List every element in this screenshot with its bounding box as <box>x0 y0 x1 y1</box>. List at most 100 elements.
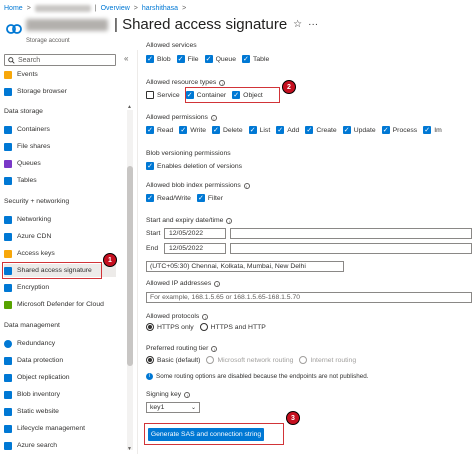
breadcrumb-separator: > <box>26 4 31 12</box>
timezone-select[interactable]: (UTC+05:30) Chennai, Kolkata, Mumbai, Ne… <box>146 261 344 272</box>
start-time-input[interactable] <box>230 228 472 239</box>
sidebar-item-static-website[interactable]: Static website <box>4 405 116 418</box>
sidebar-item-containers[interactable]: Containers <box>4 123 116 136</box>
checkbox-blob[interactable]: ✓ Blob <box>146 55 171 63</box>
blob-index-checkboxes: ✓ Read/Write ✓ Filter <box>146 194 223 202</box>
checkbox-table[interactable]: ✓ Table <box>241 55 269 63</box>
sidebar-item-azure-cdn[interactable]: Azure CDN <box>4 230 116 243</box>
start-date-input[interactable]: 12/05/2022 <box>164 228 226 239</box>
sidebar-scrollbar-thumb[interactable] <box>127 166 133 366</box>
info-icon[interactable]: i <box>219 79 226 86</box>
checkbox-read[interactable]: ✓ Read <box>146 126 173 134</box>
page-header: | Shared access signature ☆ ··· Storage … <box>2 16 472 46</box>
checkbox-delete[interactable]: ✓ Delete <box>211 126 243 134</box>
checkbox-filter[interactable]: ✓ Filter <box>196 194 223 202</box>
checkbox-queue[interactable]: ✓ Queue <box>204 55 236 63</box>
note-text: Some routing options are disabled becaus… <box>156 373 369 380</box>
table-icon <box>4 176 12 185</box>
checkbox-create[interactable]: ✓ Create <box>305 126 337 134</box>
radio-basic[interactable]: Basic (default) <box>146 356 200 364</box>
sidebar-item-blob-inventory[interactable]: Blob inventory <box>4 388 116 401</box>
sidebar-item-events[interactable]: Events <box>4 68 116 81</box>
start-date-row: Start 12/05/2022 <box>146 228 472 239</box>
checkbox-enable-version-deletion[interactable]: ✓ Enables deletion of versions <box>146 162 242 170</box>
checkbox-service[interactable]: Service <box>146 91 180 99</box>
checkbox-process[interactable]: ✓ Process <box>381 126 417 134</box>
website-icon <box>4 407 12 416</box>
collapse-sidebar-icon[interactable]: « <box>124 54 128 63</box>
sidebar-item-label: Redundancy <box>17 340 56 347</box>
lock-icon <box>4 283 12 292</box>
info-icon[interactable]: i <box>214 280 221 287</box>
sidebar-item-storage-browser[interactable]: Storage browser <box>4 85 116 98</box>
ip-address-input[interactable]: For example, 168.1.5.65 or 168.1.5.65-16… <box>146 292 472 303</box>
info-icon[interactable]: i <box>226 217 233 224</box>
check-icon: ✓ <box>241 55 250 63</box>
end-date-row: End 12/05/2022 <box>146 243 472 254</box>
sidebar-item-file-shares[interactable]: File shares <box>4 140 116 153</box>
sidebar-search-input[interactable]: Search <box>4 54 116 66</box>
sidebar-item-data-protection[interactable]: Data protection <box>4 354 116 367</box>
checkbox-label: Blob <box>157 55 171 63</box>
radio-label: HTTPS only <box>157 323 194 331</box>
sidebar-item-tables[interactable]: Tables <box>4 174 116 187</box>
resource-types-label: Allowed resource types i <box>146 79 226 86</box>
sidebar-item-label: Microsoft Defender for Cloud <box>17 301 104 308</box>
signing-key-select[interactable]: key1 ⌄ <box>146 402 200 413</box>
info-icon[interactable]: i <box>211 345 218 352</box>
sidebar-item-label: Storage browser <box>17 88 67 95</box>
checkbox-label: Create <box>316 126 337 134</box>
chevron-down-icon: ⌄ <box>190 405 196 411</box>
checkbox-list[interactable]: ✓ List <box>248 126 270 134</box>
checkbox-box <box>146 91 154 99</box>
sidebar-item-label: Events <box>17 71 38 78</box>
step-badge-1: 1 <box>103 253 117 267</box>
search-placeholder: Search <box>18 56 41 64</box>
page-subtitle: Storage account <box>26 38 70 44</box>
checkbox-write[interactable]: ✓ Write <box>179 126 206 134</box>
sidebar-item-lifecycle-management[interactable]: Lifecycle management <box>4 422 116 435</box>
sidebar-item-object-replication[interactable]: Object replication <box>4 371 116 384</box>
end-time-input[interactable] <box>230 243 472 254</box>
scroll-up-arrow-icon[interactable]: ▲ <box>127 104 132 110</box>
sidebar-item-label: Encryption <box>17 284 50 291</box>
end-date-input[interactable]: 12/05/2022 <box>164 243 226 254</box>
sidebar-item-access-keys[interactable]: Access keys <box>4 247 116 260</box>
breadcrumb-overview[interactable]: Overview <box>101 5 130 12</box>
favorite-star-icon[interactable]: ☆ <box>293 19 302 30</box>
info-icon[interactable]: i <box>184 391 191 398</box>
more-options-icon[interactable]: ··· <box>308 19 318 30</box>
sidebar-item-redundancy[interactable]: Redundancy <box>4 337 116 350</box>
shield-icon <box>4 300 12 309</box>
checkbox-add[interactable]: ✓ Add <box>276 126 299 134</box>
label-text: Allowed blob index permissions <box>146 182 241 189</box>
radio-dot <box>299 356 308 364</box>
breadcrumb-account[interactable]: harshithasa <box>142 5 178 12</box>
breadcrumb-home[interactable]: Home <box>4 5 23 12</box>
info-icon[interactable]: i <box>243 182 250 189</box>
sidebar-item-defender[interactable]: Microsoft Defender for Cloud <box>4 298 116 311</box>
highlight-box-shared-access-signature <box>2 262 102 279</box>
permissions-label: Allowed permissions i <box>146 114 217 121</box>
radio-https-only[interactable]: HTTPS only <box>146 323 194 331</box>
ip-label: Allowed IP addresses i <box>146 280 221 287</box>
section-header-data-management: Data management <box>4 322 60 329</box>
info-icon[interactable]: i <box>202 313 209 320</box>
shared-access-signature-icon <box>6 24 22 34</box>
scroll-down-arrow-icon[interactable]: ▼ <box>127 446 132 452</box>
info-icon[interactable]: i <box>210 114 217 121</box>
sidebar-item-azure-search[interactable]: Azure search <box>4 439 116 452</box>
checkbox-update[interactable]: ✓ Update <box>342 126 376 134</box>
checkbox-file[interactable]: ✓ File <box>176 55 199 63</box>
checkbox-immutable[interactable]: ✓ Im <box>423 126 442 134</box>
cdn-icon <box>4 232 12 241</box>
sidebar-item-label: Networking <box>17 216 51 223</box>
radio-https-and-http[interactable]: HTTPS and HTTP <box>199 323 266 331</box>
sidebar-item-encryption[interactable]: Encryption <box>4 281 116 294</box>
info-filled-icon: i <box>146 373 153 380</box>
radio-label: Internet routing <box>310 356 357 364</box>
sidebar-item-networking[interactable]: Networking <box>4 213 116 226</box>
sidebar-item-label: Static website <box>17 408 59 415</box>
sidebar-item-queues[interactable]: Queues <box>4 157 116 170</box>
checkbox-read-write[interactable]: ✓ Read/Write <box>146 194 191 202</box>
